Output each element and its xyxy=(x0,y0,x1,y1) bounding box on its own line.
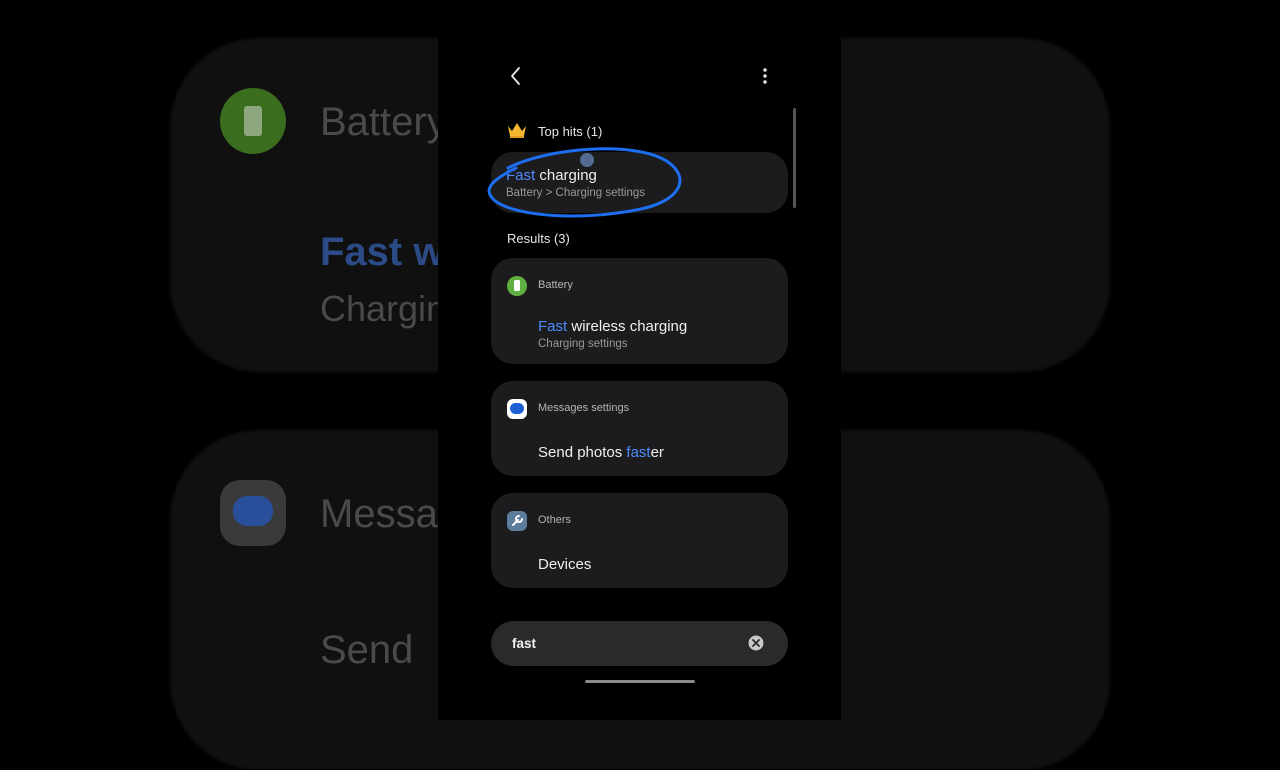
result-title: Fast wireless charging xyxy=(538,318,687,335)
battery-icon xyxy=(507,276,527,296)
search-input[interactable]: fast xyxy=(512,636,536,651)
background-fast-label: Fast w xyxy=(320,230,445,274)
result-group-others: Others Devices xyxy=(491,493,788,588)
highlight-text: fast xyxy=(626,444,651,461)
title-suffix: wireless charging xyxy=(567,318,688,335)
scrollbar[interactable] xyxy=(793,108,796,208)
wrench-icon xyxy=(507,511,527,531)
chevron-left-icon xyxy=(511,67,520,85)
crown-icon xyxy=(508,123,526,138)
settings-search-screen: Top hits (1) Fast charging Battery > Cha… xyxy=(438,0,841,720)
more-vertical-icon xyxy=(763,68,767,84)
background-charging-label: Chargin xyxy=(320,288,447,329)
result-item-devices[interactable]: Devices xyxy=(491,543,788,583)
result-title: Send photos faster xyxy=(538,444,664,461)
messages-icon xyxy=(507,399,527,419)
category-label: Others xyxy=(538,514,572,526)
top-hits-label: Top hits (1) xyxy=(538,124,603,139)
home-indicator[interactable] xyxy=(585,680,695,683)
result-item-send-photos-faster[interactable]: Send photos faster xyxy=(491,431,788,471)
background-send-label: Send xyxy=(320,628,414,672)
background-battery-label: Battery xyxy=(320,100,447,144)
result-group-messages-settings: Messages settings Send photos faster xyxy=(491,381,788,476)
title-suffix: er xyxy=(650,444,664,461)
clear-icon[interactable] xyxy=(748,635,764,651)
result-title: Devices xyxy=(538,556,592,573)
highlight-text: Fast xyxy=(538,318,568,335)
category-label: Messages settings xyxy=(538,402,630,414)
background-battery-icon xyxy=(220,88,286,154)
result-item-fast-wireless-charging[interactable]: Fast wireless charging Charging settings xyxy=(491,308,788,358)
annotation-circle xyxy=(487,147,682,218)
search-bar[interactable]: fast xyxy=(491,621,788,666)
results-label: Results (3) xyxy=(507,231,570,246)
more-options-button[interactable] xyxy=(753,64,777,88)
result-group-battery: Battery Fast wireless charging Charging … xyxy=(491,258,788,364)
result-subtitle: Charging settings xyxy=(538,338,628,350)
background-messages-icon xyxy=(220,480,286,546)
back-button[interactable] xyxy=(504,64,528,88)
category-label: Battery xyxy=(538,279,573,291)
title-prefix: Send photos xyxy=(538,444,627,461)
